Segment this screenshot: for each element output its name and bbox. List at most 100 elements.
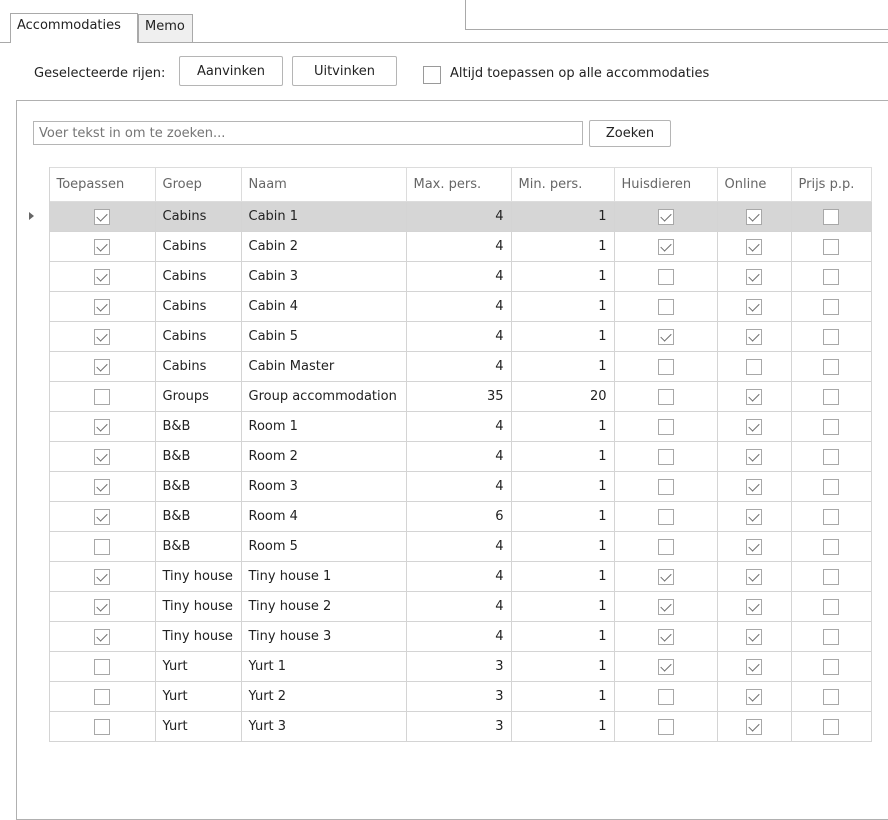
naam-cell[interactable]: Group accommodation bbox=[240, 381, 407, 412]
prijs-pp-checkbox[interactable] bbox=[823, 688, 839, 705]
naam-cell[interactable]: Room 3 bbox=[240, 471, 407, 502]
huisdieren-checkbox[interactable] bbox=[657, 268, 674, 285]
toepassen-checkbox[interactable] bbox=[94, 238, 110, 255]
column-header-huisdieren[interactable]: Huisdieren bbox=[613, 167, 718, 202]
prijs-pp-checkbox[interactable] bbox=[823, 328, 839, 345]
groep-cell[interactable]: B&B bbox=[154, 471, 242, 502]
column-header-groep[interactable]: Groep bbox=[154, 167, 242, 202]
groep-cell[interactable]: Tiny house bbox=[154, 561, 242, 592]
toepassen-checkbox[interactable] bbox=[94, 388, 110, 405]
online-checkbox[interactable] bbox=[746, 658, 762, 675]
toepassen-checkbox[interactable] bbox=[94, 448, 110, 465]
prijs-pp-checkbox[interactable] bbox=[823, 388, 839, 405]
max-pers-cell[interactable]: 4 bbox=[405, 231, 512, 262]
huisdieren-checkbox[interactable] bbox=[657, 628, 674, 645]
naam-cell[interactable]: Room 4 bbox=[240, 501, 407, 532]
prijs-pp-checkbox[interactable] bbox=[823, 628, 839, 645]
toepassen-checkbox[interactable] bbox=[94, 418, 110, 435]
tab-accommodaties[interactable]: Accommodaties bbox=[10, 13, 138, 43]
min-pers-cell[interactable]: 1 bbox=[510, 531, 615, 562]
huisdieren-checkbox[interactable] bbox=[657, 718, 674, 735]
row-indicator[interactable] bbox=[17, 501, 50, 532]
prijs-pp-checkbox[interactable] bbox=[823, 208, 839, 225]
huisdieren-checkbox[interactable] bbox=[657, 508, 674, 525]
table-row[interactable]: Yurt Yurt 231 bbox=[17, 681, 872, 712]
huisdieren-checkbox[interactable] bbox=[657, 688, 674, 705]
groep-cell[interactable]: Yurt bbox=[154, 681, 242, 712]
online-checkbox[interactable] bbox=[746, 688, 762, 705]
max-pers-cell[interactable]: 3 bbox=[405, 681, 512, 712]
row-indicator[interactable] bbox=[17, 201, 50, 232]
search-input[interactable] bbox=[33, 121, 583, 145]
max-pers-cell[interactable]: 3 bbox=[405, 711, 512, 742]
prijs-pp-checkbox[interactable] bbox=[823, 238, 839, 255]
row-indicator[interactable] bbox=[17, 591, 50, 622]
huisdieren-checkbox[interactable] bbox=[657, 358, 674, 375]
table-row[interactable]: Tiny house Tiny house 341 bbox=[17, 621, 872, 652]
naam-cell[interactable]: Cabin 4 bbox=[240, 291, 407, 322]
groep-cell[interactable]: Groups bbox=[154, 381, 242, 412]
table-row[interactable]: B&B Room 341 bbox=[17, 471, 872, 502]
max-pers-cell[interactable]: 4 bbox=[405, 591, 512, 622]
column-header-online[interactable]: Online bbox=[716, 167, 792, 202]
groep-cell[interactable]: Cabins bbox=[154, 261, 242, 292]
max-pers-cell[interactable]: 4 bbox=[405, 261, 512, 292]
min-pers-cell[interactable]: 1 bbox=[510, 471, 615, 502]
min-pers-cell[interactable]: 1 bbox=[510, 591, 615, 622]
naam-cell[interactable]: Room 1 bbox=[240, 411, 407, 442]
toepassen-checkbox[interactable] bbox=[94, 358, 110, 375]
naam-cell[interactable]: Tiny house 1 bbox=[240, 561, 407, 592]
uncheck-button[interactable]: Uitvinken bbox=[292, 56, 397, 86]
row-indicator[interactable] bbox=[17, 231, 50, 262]
toepassen-checkbox[interactable] bbox=[94, 598, 110, 615]
row-indicator[interactable] bbox=[17, 711, 50, 742]
max-pers-cell[interactable]: 4 bbox=[405, 201, 512, 232]
prijs-pp-checkbox[interactable] bbox=[823, 478, 839, 495]
table-row[interactable]: Cabins Cabin Master 4 1 bbox=[17, 351, 872, 382]
min-pers-cell[interactable]: 1 bbox=[510, 201, 615, 232]
column-header-max-pers[interactable]: Max. pers. bbox=[405, 167, 512, 202]
naam-cell[interactable]: Yurt 2 bbox=[240, 681, 407, 712]
row-indicator[interactable] bbox=[17, 441, 50, 472]
table-row[interactable]: Cabins Cabin 541 bbox=[17, 321, 872, 352]
groep-cell[interactable]: Yurt bbox=[154, 651, 242, 682]
huisdieren-checkbox[interactable] bbox=[657, 388, 674, 405]
groep-cell[interactable]: Yurt bbox=[154, 711, 242, 742]
min-pers-cell[interactable]: 1 bbox=[510, 561, 615, 592]
prijs-pp-checkbox[interactable] bbox=[823, 448, 839, 465]
table-row[interactable]: Yurt Yurt 331 bbox=[17, 711, 872, 742]
row-indicator[interactable] bbox=[17, 291, 50, 322]
max-pers-cell[interactable]: 4 bbox=[405, 351, 512, 382]
naam-cell[interactable]: Tiny house 2 bbox=[240, 591, 407, 622]
prijs-pp-checkbox[interactable] bbox=[823, 508, 839, 525]
table-row[interactable]: B&B Room 461 bbox=[17, 501, 872, 532]
row-indicator[interactable] bbox=[17, 621, 50, 652]
groep-cell[interactable]: B&B bbox=[154, 441, 242, 472]
online-checkbox[interactable] bbox=[746, 508, 762, 525]
naam-cell[interactable]: Cabin 3 bbox=[240, 261, 407, 292]
min-pers-cell[interactable]: 1 bbox=[510, 261, 615, 292]
table-row[interactable]: Cabins Cabin 141 bbox=[17, 201, 872, 232]
max-pers-cell[interactable]: 4 bbox=[405, 471, 512, 502]
row-indicator[interactable] bbox=[17, 531, 50, 562]
table-row[interactable]: B&B Room 241 bbox=[17, 441, 872, 472]
table-row[interactable]: B&B Room 541 bbox=[17, 531, 872, 562]
toepassen-checkbox[interactable] bbox=[94, 478, 110, 495]
groep-cell[interactable]: B&B bbox=[154, 411, 242, 442]
min-pers-cell[interactable]: 1 bbox=[510, 321, 615, 352]
online-checkbox[interactable] bbox=[746, 298, 762, 315]
naam-cell[interactable]: Cabin Master bbox=[240, 351, 407, 382]
max-pers-cell[interactable]: 4 bbox=[405, 621, 512, 652]
tab-memo[interactable]: Memo bbox=[138, 14, 193, 42]
prijs-pp-checkbox[interactable] bbox=[823, 298, 839, 315]
column-header-naam[interactable]: Naam bbox=[240, 167, 407, 202]
column-header-min-pers[interactable]: Min. pers. bbox=[510, 167, 615, 202]
min-pers-cell[interactable]: 1 bbox=[510, 291, 615, 322]
row-indicator[interactable] bbox=[17, 351, 50, 382]
min-pers-cell[interactable]: 1 bbox=[510, 441, 615, 472]
max-pers-cell[interactable]: 4 bbox=[405, 441, 512, 472]
max-pers-cell[interactable]: 4 bbox=[405, 561, 512, 592]
row-indicator[interactable] bbox=[17, 471, 50, 502]
toepassen-checkbox[interactable] bbox=[94, 628, 110, 645]
prijs-pp-checkbox[interactable] bbox=[823, 268, 839, 285]
